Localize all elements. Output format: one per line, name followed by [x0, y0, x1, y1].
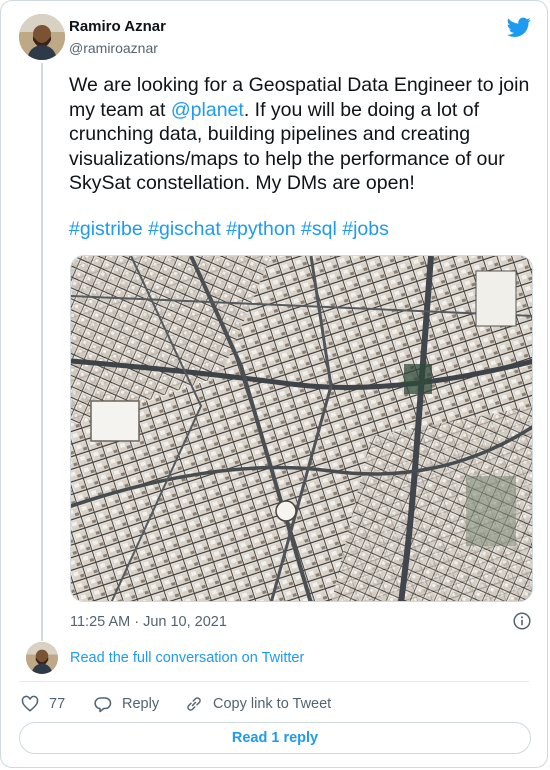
- link-icon: [187, 697, 201, 711]
- reply-label: Reply: [122, 696, 160, 712]
- author-name[interactable]: Ramiro Aznar: [69, 18, 166, 35]
- hashtag-link[interactable]: #gischat: [148, 218, 221, 240]
- copy-link-label: Copy link to Tweet: [213, 696, 332, 712]
- twitter-bird-icon[interactable]: [507, 15, 531, 39]
- author-avatar[interactable]: [19, 14, 65, 60]
- tweet-card: Ramiro Aznar @ramiroaznar We are looking…: [0, 0, 548, 768]
- hashtag-link[interactable]: #python: [226, 218, 295, 240]
- hashtag-link[interactable]: #jobs: [342, 218, 389, 240]
- tweet-timestamp[interactable]: 11:25 AM · Jun 10, 2021: [70, 614, 227, 630]
- author-handle[interactable]: @ramiroaznar: [69, 40, 158, 56]
- mention-link[interactable]: @planet: [171, 99, 244, 121]
- like-button[interactable]: 77: [21, 694, 65, 714]
- tweet-text: We are looking for a Geospatial Data Eng…: [69, 73, 531, 196]
- read-full-conversation-link[interactable]: Read the full conversation on Twitter: [70, 650, 304, 666]
- satellite-image[interactable]: [70, 255, 533, 602]
- small-author-avatar[interactable]: [26, 642, 58, 674]
- heart-icon: [21, 695, 39, 712]
- copy-link-button[interactable]: Copy link to Tweet: [185, 694, 331, 714]
- like-count: 77: [49, 696, 66, 712]
- hashtag-link[interactable]: #sql: [301, 218, 337, 240]
- divider: [19, 681, 529, 682]
- hashtag-list: #gistribe #gischat #python #sql #jobs: [69, 218, 389, 241]
- reply-button[interactable]: Reply: [94, 694, 159, 714]
- read-replies-label: Read 1 reply: [231, 730, 319, 746]
- thread-line: [41, 63, 43, 641]
- read-replies-button[interactable]: Read 1 reply: [19, 722, 531, 754]
- hashtag-link[interactable]: #gistribe: [69, 218, 143, 240]
- info-icon[interactable]: [513, 612, 531, 630]
- reply-icon: [94, 697, 112, 713]
